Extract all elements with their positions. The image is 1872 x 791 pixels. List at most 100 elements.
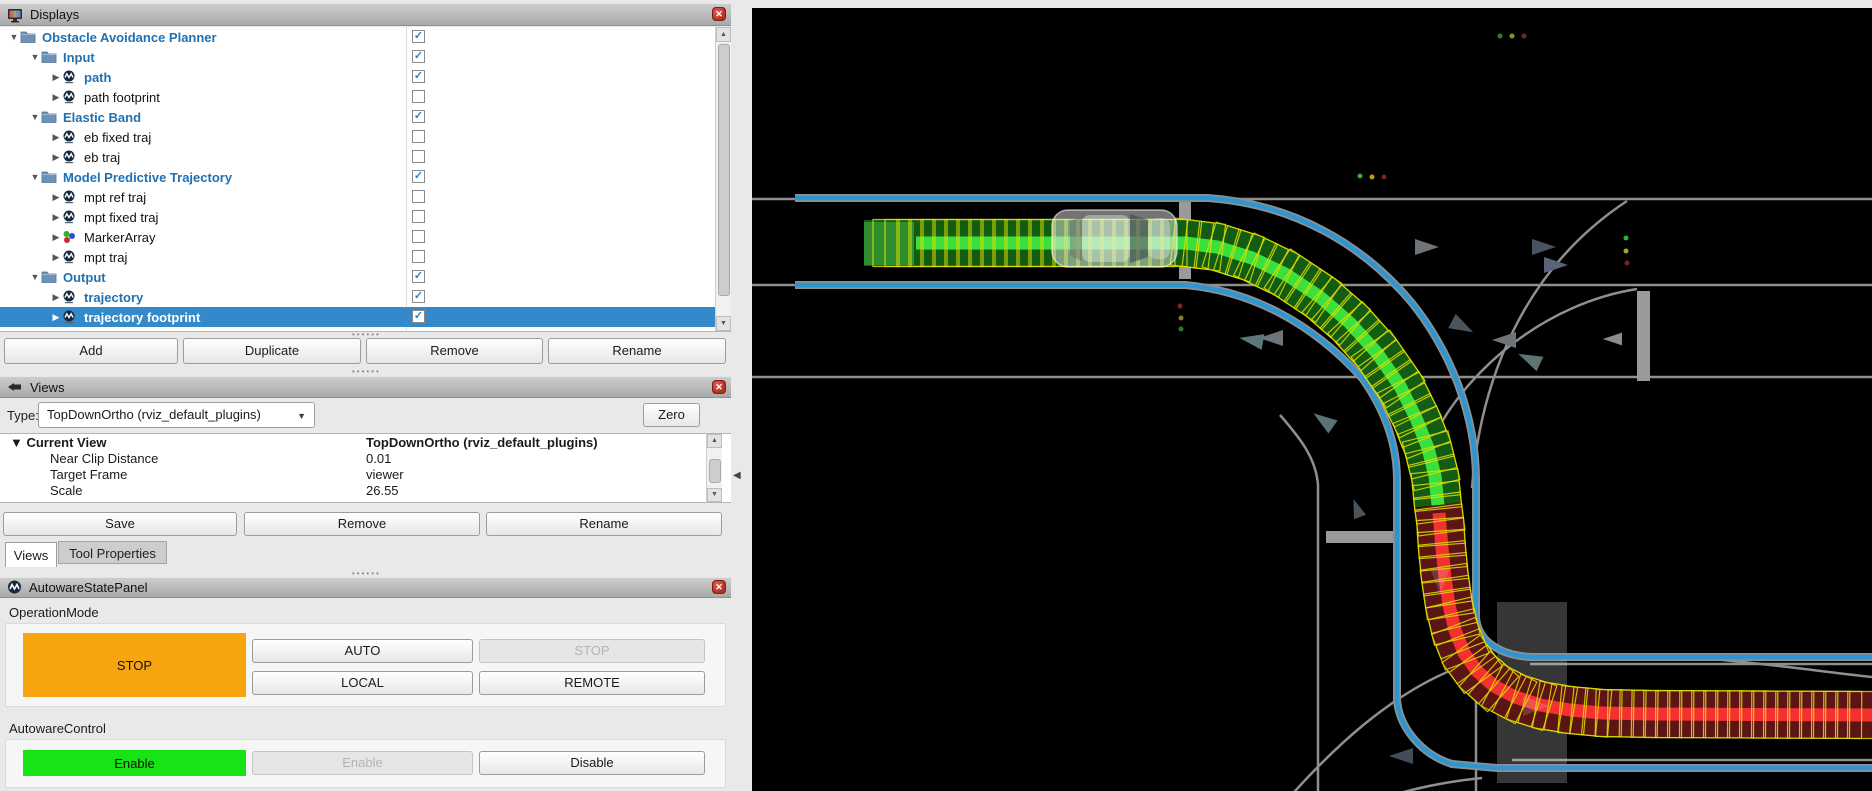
collapse-arrow-icon[interactable]: ▼: [29, 112, 41, 122]
local-button[interactable]: LOCAL: [252, 671, 473, 695]
enabled-checkbox[interactable]: ✓: [412, 30, 425, 43]
enabled-checkbox[interactable]: [412, 230, 425, 243]
property-row[interactable]: Target Frameviewer: [0, 466, 731, 482]
traffic-dot: [1498, 34, 1503, 39]
enabled-checkbox[interactable]: ✓: [412, 270, 425, 283]
expand-arrow-icon[interactable]: ▶: [50, 292, 62, 303]
tree-item-model-predictive-trajectory[interactable]: ▼Model Predictive Trajectory✓: [0, 167, 731, 187]
displays-close-icon[interactable]: ✕: [712, 7, 726, 21]
view-type-dropdown[interactable]: TopDownOrtho (rviz_default_plugins) ▼: [38, 402, 315, 428]
scroll-up-icon[interactable]: ▲: [716, 27, 731, 42]
tab-tool-properties[interactable]: Tool Properties: [58, 541, 167, 564]
expand-arrow-icon[interactable]: ▶: [50, 132, 62, 143]
property-value[interactable]: viewer: [366, 467, 404, 482]
tree-item-output[interactable]: ▼Output✓: [0, 267, 731, 287]
scrollbar-handle[interactable]: [718, 44, 730, 296]
enabled-checkbox[interactable]: ✓: [412, 110, 425, 123]
stop-button[interactable]: STOP: [479, 639, 705, 663]
enabled-checkbox[interactable]: [412, 90, 425, 103]
displays-panel-titlebar[interactable]: Displays: [0, 3, 731, 26]
splitter-dots[interactable]: ••••••: [352, 367, 381, 376]
enabled-checkbox[interactable]: ✓: [412, 170, 425, 183]
property-row[interactable]: Scale26.55: [0, 482, 731, 498]
stop-line: [1637, 291, 1650, 381]
enabled-checkbox[interactable]: [412, 250, 425, 263]
tab-views[interactable]: Views: [5, 542, 57, 567]
tree-item-trajectory[interactable]: ▶trajectory✓: [0, 287, 731, 307]
collapse-arrow-icon[interactable]: ▼: [29, 272, 41, 282]
panel-collapse-handle[interactable]: ◀: [733, 468, 745, 484]
zero-button[interactable]: Zero: [643, 403, 700, 427]
save-button[interactable]: Save: [3, 512, 237, 536]
traffic-dot: [1370, 175, 1375, 180]
enabled-checkbox[interactable]: ✓: [412, 290, 425, 303]
enabled-checkbox[interactable]: [412, 190, 425, 203]
tree-item-eb-traj[interactable]: ▶eb traj: [0, 147, 731, 167]
property-value[interactable]: 26.55: [366, 483, 399, 498]
remote-button[interactable]: REMOTE: [479, 671, 705, 695]
enable-button[interactable]: Enable: [252, 751, 473, 775]
scroll-down-icon[interactable]: ▼: [707, 488, 722, 502]
property-value[interactable]: TopDownOrtho (rviz_default_plugins): [366, 435, 598, 450]
tree-item-mpt-traj[interactable]: ▶ mpt traj: [0, 247, 731, 267]
enabled-checkbox[interactable]: ✓: [412, 70, 425, 83]
expand-arrow-icon[interactable]: ▶: [50, 92, 62, 103]
tree-item-markerarray[interactable]: ▶ MarkerArray: [0, 227, 731, 247]
tree-item-elastic-band[interactable]: ▼Elastic Band✓: [0, 107, 731, 127]
scrollbar-handle[interactable]: [709, 459, 721, 483]
views-type-row: Type: TopDownOrtho (rviz_default_plugins…: [0, 399, 731, 433]
scroll-down-icon[interactable]: ▼: [716, 316, 731, 331]
expand-arrow-icon[interactable]: ▶: [50, 192, 62, 203]
rviz-3d-viewport[interactable]: [752, 8, 1872, 791]
expand-arrow-icon[interactable]: ▶: [50, 312, 62, 323]
tree-item-path[interactable]: ▶path✓: [0, 67, 731, 87]
collapse-arrow-icon[interactable]: ▼: [29, 172, 41, 182]
disable-button[interactable]: Disable: [479, 751, 705, 775]
folder-icon: [41, 170, 57, 184]
tree-item-label: MarkerArray: [84, 230, 156, 245]
property-row[interactable]: Near Clip Distance0.01: [0, 450, 731, 466]
property-value[interactable]: 0.01: [366, 451, 391, 466]
remove-button[interactable]: Remove: [244, 512, 480, 536]
operation-mode-group: STOP AUTO STOP LOCAL REMOTE: [5, 623, 726, 707]
rename-button[interactable]: Rename: [486, 512, 722, 536]
add-button[interactable]: Add: [4, 338, 178, 364]
traffic-dot: [1382, 175, 1387, 180]
remove-button[interactable]: Remove: [366, 338, 543, 364]
enabled-checkbox[interactable]: [412, 210, 425, 223]
views-panel-titlebar[interactable]: Views: [0, 376, 731, 398]
enabled-checkbox[interactable]: ✓: [412, 50, 425, 63]
displays-tree-scrollbar[interactable]: ▲ ▼: [715, 27, 731, 331]
autoware-panel-titlebar[interactable]: AutowareStatePanel: [0, 577, 731, 598]
enabled-checkbox[interactable]: ✓: [412, 310, 425, 323]
views-close-icon[interactable]: ✕: [712, 380, 726, 394]
duplicate-button[interactable]: Duplicate: [183, 338, 361, 364]
autoware-close-icon[interactable]: ✕: [712, 580, 726, 594]
enabled-checkbox[interactable]: [412, 130, 425, 143]
views-property-table[interactable]: ▼ Current ViewTopDownOrtho (rviz_default…: [0, 433, 731, 503]
expand-arrow-icon[interactable]: ▶: [50, 212, 62, 223]
tree-item-obstacle-avoidance-planner[interactable]: ▼Obstacle Avoidance Planner✓: [0, 27, 731, 47]
tree-item-eb-fixed-traj[interactable]: ▶eb fixed traj: [0, 127, 731, 147]
tree-item-label: mpt traj: [84, 250, 127, 265]
enabled-checkbox[interactable]: [412, 150, 425, 163]
tree-item-input[interactable]: ▼Input✓: [0, 47, 731, 67]
traffic-dot: [1625, 261, 1630, 266]
views-table-scrollbar[interactable]: ▲ ▼: [706, 434, 722, 502]
collapse-arrow-icon[interactable]: ▼: [8, 32, 20, 42]
ego-vehicle: [1052, 210, 1177, 267]
tree-item-path-footprint[interactable]: ▶path footprint: [0, 87, 731, 107]
scroll-up-icon[interactable]: ▲: [707, 434, 722, 448]
property-row[interactable]: ▼ Current ViewTopDownOrtho (rviz_default…: [0, 434, 731, 450]
displays-tree: ▼Obstacle Avoidance Planner✓▼Input✓▶path…: [0, 27, 731, 332]
tree-item-mpt-ref-traj[interactable]: ▶mpt ref traj: [0, 187, 731, 207]
expand-arrow-icon[interactable]: ▶: [50, 152, 62, 163]
tree-item-mpt-fixed-traj[interactable]: ▶mpt fixed traj: [0, 207, 731, 227]
expand-arrow-icon[interactable]: ▶: [50, 72, 62, 83]
auto-button[interactable]: AUTO: [252, 639, 473, 663]
collapse-arrow-icon[interactable]: ▼: [29, 52, 41, 62]
rename-button[interactable]: Rename: [548, 338, 726, 364]
tree-item-trajectory-footprint[interactable]: ▶trajectory footprint✓: [0, 307, 731, 327]
expand-arrow-icon[interactable]: ▶: [50, 252, 62, 263]
expand-arrow-icon[interactable]: ▶: [50, 232, 62, 243]
